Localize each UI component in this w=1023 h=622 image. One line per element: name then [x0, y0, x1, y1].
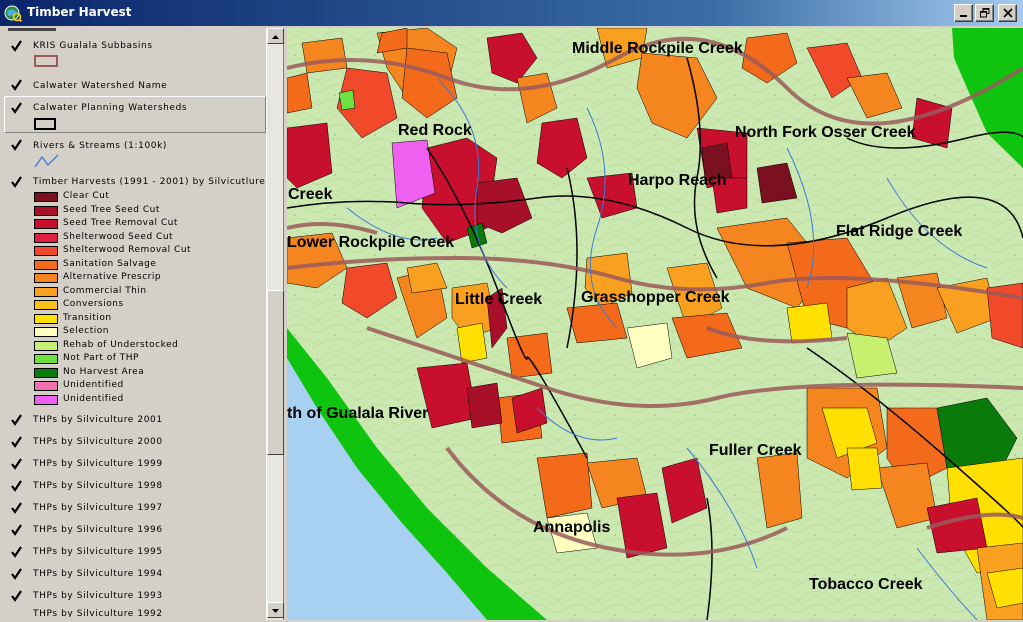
class-label: Unidentified — [63, 393, 124, 404]
class-label: No Harvest Area — [63, 366, 145, 377]
title-bar[interactable]: Timber Harvest — [0, 0, 1023, 26]
label-harpo-reach: Harpo Reach — [628, 172, 727, 189]
class-swatch — [34, 246, 58, 256]
label-middle-rockpile: Middle Rockpile Creek — [572, 40, 743, 57]
class-swatch — [34, 205, 58, 216]
class-swatch — [34, 232, 58, 243]
thp-visibility-checkbox[interactable] — [10, 414, 23, 427]
class-swatch — [34, 381, 58, 391]
kris-visibility-checkbox[interactable] — [10, 40, 23, 53]
thp-layer-label[interactable]: THPs by Silviculture 1994 — [33, 569, 163, 579]
class-label: Conversions — [63, 299, 124, 309]
class-label: Shelterwood Removal Cut — [63, 245, 192, 255]
restore-icon — [979, 8, 989, 18]
class-label: Sanitation Salvage — [63, 258, 157, 269]
legend-panel: KRIS Gualala Subbasins Calwater Watershe… — [0, 28, 284, 620]
close-button[interactable] — [998, 4, 1017, 22]
restore-button[interactable] — [975, 4, 994, 22]
scroll-down-button[interactable] — [267, 602, 284, 618]
thp-visibility-checkbox[interactable] — [10, 480, 23, 493]
class-label: Not Part of THP — [63, 353, 139, 363]
arrow-down-icon — [272, 609, 279, 613]
thp-layer-label[interactable]: THPs by Silviculture 1999 — [33, 459, 163, 469]
class-swatch — [34, 313, 58, 324]
stream-line-icon — [34, 154, 59, 168]
class-label: Shelterwood Seed Cut — [63, 231, 174, 242]
class-swatch — [34, 192, 58, 202]
map-canvas[interactable]: Middle Rockpile Creek Red Rock North For… — [287, 28, 1023, 620]
class-swatch — [34, 273, 58, 283]
label-mouth-gualala: th of Gualala River — [287, 405, 428, 422]
thp-visibility-checkbox[interactable] — [10, 546, 23, 559]
class-swatch — [34, 259, 58, 270]
class-swatch — [34, 367, 58, 378]
label-flat-ridge: Flat Ridge Creek — [836, 223, 962, 240]
calwater-planning-layer-label[interactable]: Calwater Planning Watersheds — [33, 103, 187, 113]
label-grasshopper: Grasshopper Creek — [581, 289, 730, 306]
thp-layer-label[interactable]: THPs by Silviculture 1997 — [33, 503, 163, 513]
label-annapolis: Annapolis — [533, 519, 610, 536]
window-title: Timber Harvest — [27, 5, 132, 19]
thp-layer-label[interactable]: THPs by Silviculture 2000 — [33, 437, 163, 447]
label-fuller: Fuller Creek — [709, 442, 802, 459]
thp-visibility-checkbox[interactable] — [10, 458, 23, 471]
class-swatch — [34, 219, 58, 229]
arrow-up-icon — [272, 35, 279, 39]
calwater-planning-symbol — [34, 118, 56, 130]
thp-layer-label[interactable]: THPs by Silviculture 1995 — [33, 547, 163, 557]
class-label: Alternative Prescrip — [63, 272, 162, 282]
label-tobacco: Tobacco Creek — [809, 576, 923, 593]
globe-app-icon — [4, 5, 22, 22]
label-creek: Creek — [288, 186, 333, 203]
thp-visibility-checkbox[interactable] — [10, 568, 23, 581]
rivers-layer-label[interactable]: Rivers & Streams (1:100k) — [33, 141, 167, 151]
class-swatch — [34, 327, 58, 337]
thp-visibility-checkbox[interactable] — [10, 436, 23, 449]
legend-scrollbar[interactable] — [266, 28, 284, 620]
class-label: Seed Tree Seed Cut — [63, 204, 160, 215]
class-swatch — [34, 286, 58, 297]
thp-visibility-checkbox[interactable] — [10, 590, 23, 603]
calwater-planning-visibility-checkbox[interactable] — [10, 102, 23, 115]
legend-top-swatch — [8, 28, 56, 31]
label-lower-rockpile: Lower Rockpile Creek — [287, 234, 454, 251]
class-label: Selection — [63, 326, 109, 336]
calwater-name-visibility-checkbox[interactable] — [10, 79, 23, 92]
timber-layer-label[interactable]: Timber Harvests (1991 - 2001) by Silvicu… — [33, 177, 265, 187]
class-label: Transition — [63, 312, 112, 323]
kris-layer-label[interactable]: KRIS Gualala Subbasins — [33, 41, 153, 51]
class-swatch — [34, 354, 58, 364]
thp-visibility-checkbox[interactable] — [10, 502, 23, 515]
minimize-icon — [959, 15, 967, 17]
thp-layer-label[interactable]: THPs by Silviculture 1996 — [33, 525, 163, 535]
thp-layer-label[interactable]: THPs by Silviculture 2001 — [33, 415, 163, 425]
thp-layer-partial-label[interactable]: THPs by Silviculture 1992 — [33, 609, 163, 617]
thp-layer-label[interactable]: THPs by Silviculture 1993 — [33, 591, 163, 601]
class-label: Seed Tree Removal Cut — [63, 218, 178, 228]
label-little-creek: Little Creek — [455, 291, 542, 308]
class-label: Commercial Thin — [63, 285, 147, 296]
close-icon — [1002, 8, 1013, 18]
thp-visibility-checkbox[interactable] — [10, 524, 23, 537]
class-swatch — [34, 340, 58, 351]
scroll-thumb[interactable] — [267, 290, 284, 455]
kris-symbol — [34, 55, 58, 67]
class-swatch — [34, 394, 58, 405]
class-label: Clear Cut — [63, 191, 110, 201]
scroll-up-button[interactable] — [267, 28, 284, 44]
label-red-rock: Red Rock — [398, 122, 472, 139]
label-north-fork-osser: North Fork Osser Creek — [735, 124, 916, 141]
rivers-visibility-checkbox[interactable] — [10, 139, 23, 152]
thp-layer-label[interactable]: THPs by Silviculture 1998 — [33, 481, 163, 491]
class-swatch — [34, 300, 58, 310]
application-window: Timber Harvest KRIS Gualala Subbasins Ca… — [0, 0, 1023, 620]
timber-visibility-checkbox[interactable] — [10, 176, 23, 189]
map-view[interactable]: Middle Rockpile Creek Red Rock North For… — [287, 28, 1023, 620]
minimize-button[interactable] — [954, 4, 973, 22]
class-label: Rehab of Understocked — [63, 339, 179, 350]
class-label: Unidentified — [63, 380, 124, 390]
calwater-name-layer-label[interactable]: Calwater Watershed Name — [33, 81, 167, 91]
